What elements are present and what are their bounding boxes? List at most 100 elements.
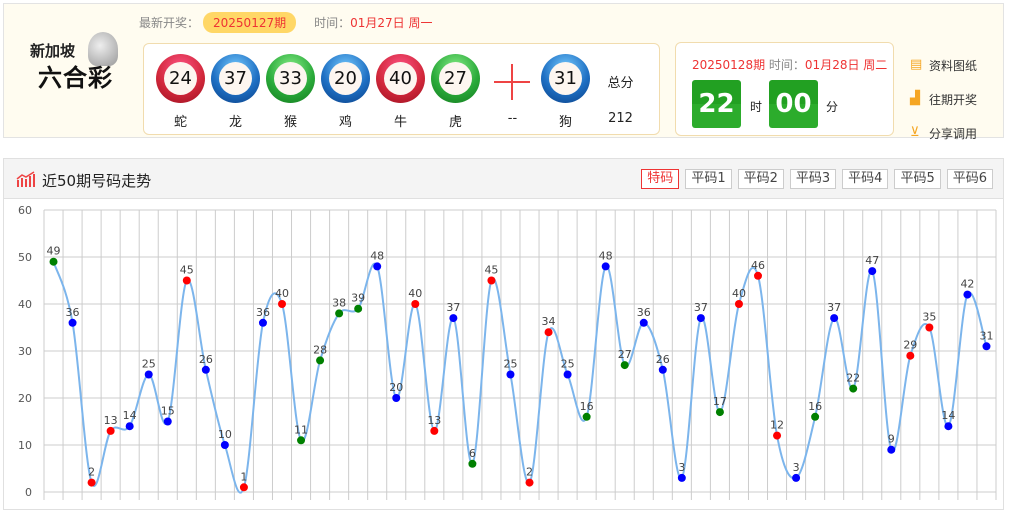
data-label: 40	[408, 287, 422, 300]
next-draw-countdown: 20250128期 时间：01月28日 周二 22 时 00 分	[675, 42, 894, 136]
quick-links: ▤ 资料图纸 ▟ 往期开奖 ⊻ 分享调用	[910, 48, 977, 150]
result-balls: 24 37 33 20 40 27 蛇 龙 猴 鸡 牛 虎 -- 31 狗 总分…	[143, 43, 660, 135]
data-point	[563, 370, 572, 379]
data-point	[125, 422, 134, 431]
data-point	[601, 262, 610, 271]
trend-panel: 近50期号码走势 特码 平码1 平码2 平码3 平码4 平码5 平码6 0 10 20 30 40 5…	[3, 158, 1004, 510]
logo: 新加坡 六合彩	[26, 32, 126, 92]
data-label: 35	[922, 311, 936, 324]
data-point	[449, 314, 458, 323]
data-label: 16	[808, 400, 822, 413]
data-label: 22	[846, 372, 860, 385]
data-point	[868, 267, 877, 276]
tab-regular-2[interactable]: 平码2	[737, 169, 784, 189]
link-history[interactable]: ▟ 往期开奖	[910, 82, 977, 116]
ball: 20	[321, 54, 370, 103]
data-label: 42	[960, 278, 974, 291]
data-point	[392, 394, 401, 402]
data-point	[430, 426, 439, 435]
ball-number: 37	[219, 62, 252, 95]
data-label: 45	[180, 264, 194, 277]
data-label: 25	[142, 358, 156, 371]
data-label: 37	[827, 301, 841, 314]
data-point	[258, 318, 267, 327]
tab-regular-4[interactable]: 平码4	[842, 169, 889, 189]
document-icon: ▤	[910, 57, 923, 72]
countdown-hours: 22	[692, 80, 741, 128]
data-label: 29	[903, 339, 917, 352]
tab-regular-1[interactable]: 平码1	[685, 169, 732, 189]
data-point	[963, 290, 972, 299]
ball-zodiac: 猴	[283, 115, 297, 130]
data-point	[887, 445, 896, 454]
data-label: 15	[161, 405, 175, 418]
latest-issue-badge: 20250127期	[203, 12, 297, 33]
data-label: 26	[656, 353, 670, 366]
data-point	[239, 483, 248, 492]
next-draw-info: 20250128期 时间：01月28日 周二	[692, 56, 887, 73]
trend-chart-icon	[16, 171, 35, 187]
tab-regular-3[interactable]: 平码3	[789, 169, 837, 189]
latest-draw-info: 最新开奖： 20250127期 时间： 01月27日 周一	[139, 12, 432, 33]
data-point	[677, 473, 686, 482]
total-label: 总分	[607, 76, 634, 91]
link-materials[interactable]: ▤ 资料图纸	[910, 48, 977, 82]
data-point	[468, 459, 477, 468]
ball-number: 27	[439, 62, 472, 95]
data-point	[849, 384, 858, 393]
ball-zodiac: 狗	[558, 115, 572, 130]
data-label: 36	[256, 306, 270, 319]
tab-special[interactable]: 特码	[641, 169, 680, 189]
y-tick-label: 10	[18, 439, 32, 452]
data-label: 11	[294, 423, 308, 436]
data-point	[734, 300, 743, 308]
plus-icon	[494, 64, 530, 100]
ball-zodiac: 鸡	[338, 115, 352, 130]
next-issue: 20250128期	[692, 58, 766, 72]
data-label: 10	[218, 428, 232, 441]
number-tabs: 特码 平码1 平码2 平码3 平码4 平码5 平码6	[641, 169, 993, 189]
tab-regular-5[interactable]: 平码5	[894, 169, 941, 189]
data-label: 1	[240, 470, 247, 483]
data-label: 3	[793, 461, 800, 474]
data-label: 36	[66, 306, 80, 319]
data-label: 13	[427, 414, 441, 427]
logo-line2: 六合彩	[38, 64, 113, 92]
data-label: 16	[580, 400, 594, 413]
trend-panel-header: 近50期号码走势 特码 平码1 平码2 平码3 平码4 平码5 平码6	[4, 159, 1003, 199]
data-point	[87, 478, 96, 487]
y-tick-label: 40	[18, 298, 32, 311]
data-label: 47	[865, 254, 879, 267]
ball-number: 24	[164, 62, 197, 95]
ball-number: 40	[384, 62, 417, 95]
data-point	[925, 323, 934, 332]
data-label: 37	[694, 301, 708, 314]
data-point	[297, 436, 306, 445]
ball-zodiac: 蛇	[173, 115, 187, 130]
data-label: 37	[446, 301, 460, 314]
data-point	[68, 318, 77, 327]
tab-regular-6[interactable]: 平码6	[946, 169, 993, 189]
data-point	[811, 412, 820, 421]
data-label: 26	[199, 353, 213, 366]
data-point	[163, 417, 172, 426]
data-point	[582, 412, 591, 421]
y-tick-label: 20	[18, 392, 32, 405]
data-label: 13	[104, 414, 118, 427]
data-label: 3	[678, 461, 685, 474]
data-label: 48	[370, 249, 384, 262]
data-point	[525, 478, 534, 487]
data-label: 46	[751, 259, 765, 272]
data-label: 38	[332, 296, 346, 309]
data-label: 25	[561, 358, 575, 371]
data-label: 28	[313, 343, 327, 356]
data-label: 31	[979, 329, 993, 342]
ball: 27	[431, 54, 480, 103]
data-point	[220, 441, 229, 449]
link-label: 分享调用	[929, 126, 978, 141]
link-share[interactable]: ⊻ 分享调用	[910, 116, 977, 150]
data-point	[354, 304, 363, 313]
total-value: 212	[608, 111, 633, 126]
data-label: 48	[599, 249, 613, 262]
ball-zodiac: 牛	[393, 115, 407, 130]
